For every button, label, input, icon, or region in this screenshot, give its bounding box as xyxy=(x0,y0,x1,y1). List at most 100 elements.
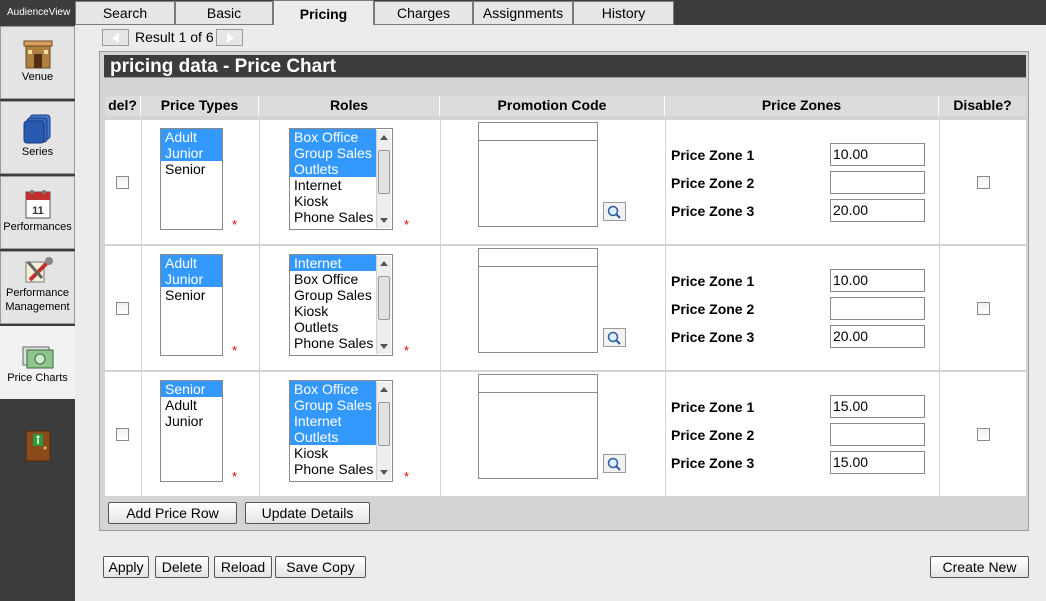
delete-button[interactable]: Delete xyxy=(155,556,209,578)
tab-search[interactable]: Search xyxy=(75,1,175,25)
tab-charges[interactable]: Charges xyxy=(374,1,473,25)
promotion-code-list[interactable] xyxy=(478,266,598,353)
next-result-button[interactable] xyxy=(216,29,243,46)
price-types-listbox[interactable]: Adult Junior Senior xyxy=(160,128,223,230)
roles-scrollbar[interactable] xyxy=(376,382,391,480)
apply-button[interactable]: Apply xyxy=(103,556,149,578)
role-option[interactable]: Phone Sales xyxy=(290,209,376,225)
cell-divider xyxy=(939,120,940,244)
role-option[interactable]: Internet xyxy=(290,255,376,271)
price-type-option[interactable]: Junior xyxy=(161,413,222,429)
sidebar-item-performance-management[interactable]: Performance Management xyxy=(0,251,75,324)
role-option[interactable]: Box Office xyxy=(290,129,376,145)
sidebar-item-series[interactable]: Series xyxy=(0,101,75,174)
role-option[interactable]: Kiosk xyxy=(290,303,376,319)
price-zone-input[interactable] xyxy=(830,297,925,320)
magnifier-icon xyxy=(607,457,621,471)
price-zone-input[interactable]: 10.00 xyxy=(830,269,925,292)
role-option[interactable]: Phone Sales xyxy=(290,461,376,477)
role-option[interactable]: Box Office xyxy=(290,381,376,397)
sidebar-item-venue[interactable]: Venue xyxy=(0,26,75,99)
price-zone-input[interactable]: 15.00 xyxy=(830,451,925,474)
price-zone-input[interactable] xyxy=(830,171,925,194)
role-option[interactable]: Group Sales xyxy=(290,287,376,303)
price-zone-input[interactable]: 20.00 xyxy=(830,325,925,348)
delete-row-checkbox[interactable] xyxy=(116,302,129,315)
roles-listbox[interactable]: Box Office Group Sales Outlets Internet Kios… xyxy=(289,128,393,230)
cell-divider xyxy=(259,372,260,496)
scroll-down-icon[interactable] xyxy=(380,470,388,475)
role-option[interactable]: Internet xyxy=(290,413,376,429)
reload-button[interactable]: Reload xyxy=(214,556,272,578)
price-zone-input[interactable]: 20.00 xyxy=(830,199,925,222)
cell-divider xyxy=(665,120,666,244)
promotion-lookup-button[interactable] xyxy=(603,454,626,473)
role-option[interactable]: Group Sales xyxy=(290,397,376,413)
magnifier-icon xyxy=(607,331,621,345)
tab-pricing[interactable]: Pricing xyxy=(273,0,374,27)
scroll-up-icon[interactable] xyxy=(380,387,388,392)
scroll-up-icon[interactable] xyxy=(380,135,388,140)
role-option[interactable]: Box Office xyxy=(290,271,376,287)
promotion-code-list[interactable] xyxy=(478,140,598,227)
promotion-code-list[interactable] xyxy=(478,392,598,479)
scroll-down-icon[interactable] xyxy=(380,218,388,223)
delete-row-checkbox[interactable] xyxy=(116,176,129,189)
previous-result-button[interactable] xyxy=(102,29,129,46)
price-type-option[interactable]: Junior xyxy=(161,145,222,161)
promotion-code-input[interactable] xyxy=(478,248,598,267)
tab-assignments[interactable]: Assignments xyxy=(473,1,573,25)
role-option[interactable]: Outlets xyxy=(290,319,376,335)
price-type-option[interactable]: Adult xyxy=(161,397,222,413)
price-type-option[interactable]: Senior xyxy=(161,161,222,177)
promotion-code-input[interactable] xyxy=(478,122,598,141)
roles-scrollbar[interactable] xyxy=(376,130,391,228)
cell-divider xyxy=(440,246,441,370)
price-type-option[interactable]: Senior xyxy=(161,287,222,303)
price-type-option[interactable]: Adult xyxy=(161,255,222,271)
role-option[interactable]: Phone Sales xyxy=(290,335,376,351)
cell-divider xyxy=(141,246,142,370)
roles-scrollbar[interactable] xyxy=(376,256,391,354)
role-option[interactable]: Outlets xyxy=(290,161,376,177)
price-type-option[interactable]: Senior xyxy=(161,381,222,397)
disable-row-checkbox[interactable] xyxy=(977,428,990,441)
disable-row-checkbox[interactable] xyxy=(977,176,990,189)
delete-row-checkbox[interactable] xyxy=(116,428,129,441)
price-types-listbox[interactable]: Senior Adult Junior xyxy=(160,380,223,482)
disable-row-checkbox[interactable] xyxy=(977,302,990,315)
promotion-lookup-button[interactable] xyxy=(603,328,626,347)
scroll-thumb[interactable] xyxy=(378,150,390,194)
role-option[interactable]: Kiosk xyxy=(290,445,376,461)
cell-divider xyxy=(141,120,142,244)
price-type-option[interactable]: Adult xyxy=(161,129,222,145)
price-types-listbox[interactable]: Adult Junior Senior xyxy=(160,254,223,356)
roles-listbox[interactable]: Internet Box Office Group Sales Kiosk Outlet… xyxy=(289,254,393,356)
role-option[interactable]: Kiosk xyxy=(290,193,376,209)
role-option[interactable]: Outlets xyxy=(290,429,376,445)
role-option[interactable]: Internet xyxy=(290,177,376,193)
sidebar-item-performances[interactable]: 11 Performances xyxy=(0,176,75,249)
sidebar-item-price-charts[interactable]: Price Charts xyxy=(0,326,75,399)
price-zone-input[interactable] xyxy=(830,423,925,446)
update-details-button[interactable]: Update Details xyxy=(245,502,370,524)
scroll-down-icon[interactable] xyxy=(380,344,388,349)
save-copy-button[interactable]: Save Copy xyxy=(275,556,366,578)
tab-basic[interactable]: Basic xyxy=(175,1,273,25)
exit-button[interactable] xyxy=(25,430,51,465)
price-zone-label: Price Zone 2 xyxy=(671,301,755,317)
price-zone-input[interactable]: 10.00 xyxy=(830,143,925,166)
promotion-code-input[interactable] xyxy=(478,374,598,393)
add-price-row-button[interactable]: Add Price Row xyxy=(108,502,237,524)
roles-listbox[interactable]: Box Office Group Sales Internet Outlets Kios… xyxy=(289,380,393,482)
create-new-button[interactable]: Create New xyxy=(930,556,1029,578)
price-zone-input[interactable]: 15.00 xyxy=(830,395,925,418)
scroll-thumb[interactable] xyxy=(378,402,390,446)
promotion-lookup-button[interactable] xyxy=(603,202,626,221)
scroll-up-icon[interactable] xyxy=(380,261,388,266)
tab-history[interactable]: History xyxy=(573,1,674,25)
price-zone-label: Price Zone 2 xyxy=(671,175,755,191)
price-type-option[interactable]: Junior xyxy=(161,271,222,287)
role-option[interactable]: Group Sales xyxy=(290,145,376,161)
scroll-thumb[interactable] xyxy=(378,276,390,320)
